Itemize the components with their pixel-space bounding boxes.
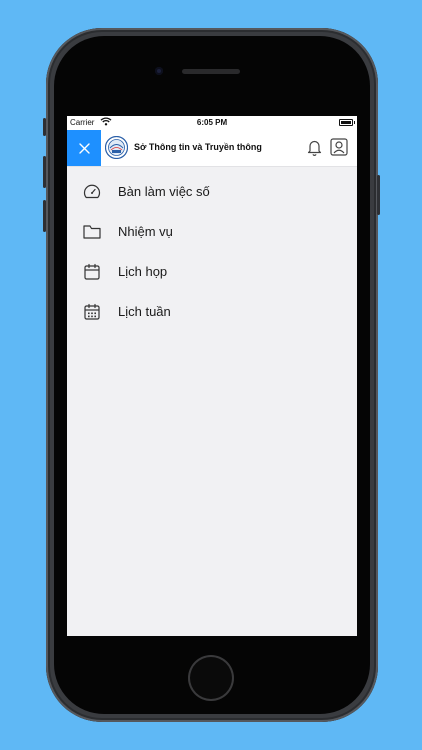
power-button	[377, 175, 380, 215]
gauge-icon	[83, 183, 101, 201]
calendar-icon	[83, 263, 101, 281]
close-menu-button[interactable]	[67, 130, 101, 166]
battery-tip	[354, 121, 355, 124]
menu-item-label: Lịch họp	[118, 264, 168, 279]
status-time: 6:05 PM	[196, 118, 228, 127]
volume-down-button	[43, 200, 46, 232]
menu-item-label: Nhiệm vụ	[118, 224, 173, 239]
silent-switch	[43, 118, 46, 136]
organization-logo	[104, 135, 129, 160]
menu-item-digital-desk[interactable]: Bàn làm việc số	[67, 172, 357, 212]
page-title: Sở Thông tin và Truyền thông	[134, 142, 262, 152]
menu-item-meeting-schedule[interactable]: Lịch họp	[67, 252, 357, 292]
battery-icon	[339, 119, 353, 126]
menu-item-label: Bàn làm việc số	[118, 184, 210, 199]
bell-icon[interactable]	[307, 139, 322, 161]
app-header: Sở Thông tin và Truyền thông	[67, 130, 357, 167]
side-menu: Bàn làm việc số Nhiệm vụ Lịch họp Lịch t…	[67, 172, 357, 332]
menu-item-label: Lịch tuần	[118, 304, 171, 319]
close-icon	[78, 142, 90, 154]
earpiece-speaker	[182, 69, 240, 74]
menu-item-weekly-schedule[interactable]: Lịch tuần	[67, 292, 357, 332]
volume-up-button	[43, 156, 46, 188]
home-button[interactable]	[188, 655, 234, 701]
calendar-week-icon	[83, 303, 101, 321]
status-bar: Carrier 6:05 PM	[67, 116, 357, 130]
app-screen: Carrier 6:05 PM Sở Thông tin và Truyền t…	[67, 116, 357, 636]
folder-icon	[83, 223, 101, 241]
front-camera	[155, 67, 163, 75]
user-profile-icon[interactable]	[330, 138, 348, 161]
menu-item-tasks[interactable]: Nhiệm vụ	[67, 212, 357, 252]
